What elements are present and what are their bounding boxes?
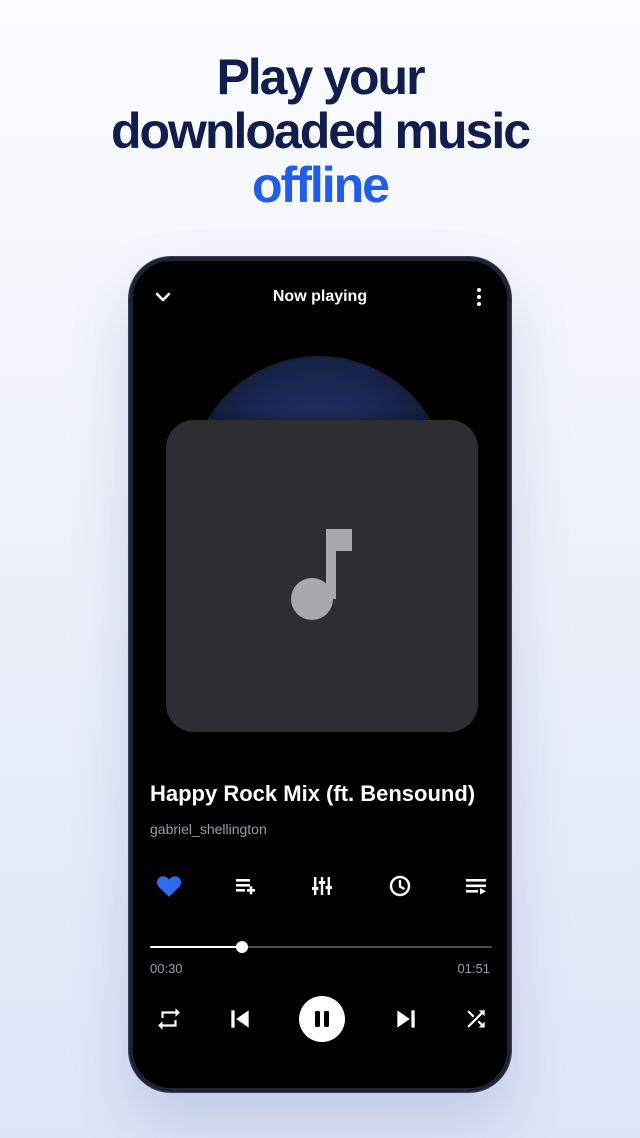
shuffle-icon[interactable] <box>453 996 499 1042</box>
next-icon[interactable] <box>383 996 429 1042</box>
header-title: Now playing <box>272 288 368 305</box>
headline-line-1: Play your <box>216 49 425 105</box>
sleep-timer-icon[interactable] <box>385 871 415 901</box>
more-vertical-icon[interactable] <box>467 285 491 309</box>
heart-icon[interactable] <box>154 871 184 901</box>
action-row <box>133 871 507 901</box>
player-header: Now playing <box>133 281 507 313</box>
pause-icon <box>315 1011 329 1027</box>
headline-line-2: downloaded music <box>110 103 531 159</box>
music-note-icon <box>291 529 352 620</box>
elapsed-time: 00:30 <box>150 961 183 976</box>
repeat-icon[interactable] <box>146 996 192 1042</box>
artist-name[interactable]: gabriel_shellington <box>150 821 267 837</box>
seek-handle[interactable] <box>236 941 249 953</box>
total-duration: 01:51 <box>457 961 490 976</box>
headline-line-3: offline <box>252 157 390 213</box>
playback-controls <box>133 996 507 1042</box>
phone-frame: Now playing Happy Rock Mix (ft. Bensound… <box>129 257 511 1092</box>
headline: Play your downloaded music offline <box>0 50 640 212</box>
equalizer-icon[interactable] <box>307 871 337 901</box>
add-to-playlist-icon[interactable] <box>230 871 260 901</box>
seek-bar[interactable] <box>150 941 492 953</box>
album-artwork <box>166 420 478 732</box>
pause-button[interactable] <box>299 996 345 1042</box>
queue-icon[interactable] <box>461 871 491 901</box>
previous-icon[interactable] <box>217 996 263 1042</box>
seek-fill <box>150 946 243 948</box>
song-title: Happy Rock Mix (ft. Bensound) <box>150 781 476 806</box>
